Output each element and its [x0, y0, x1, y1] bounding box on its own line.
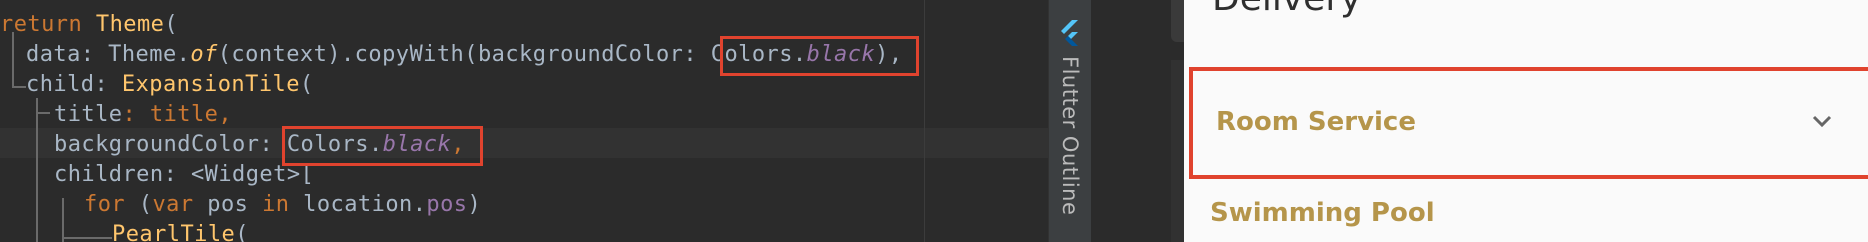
right-margin-guide [924, 0, 925, 242]
code-line: PearlTile( [112, 220, 249, 242]
code-line: for (var pos in location.pos) [84, 190, 481, 220]
code-line: return Theme( [0, 10, 178, 40]
code-token: (context).copyWith(backgroundColor: [217, 42, 711, 67]
flutter-outline-label[interactable]: Flutter Outline [1058, 56, 1082, 215]
expansion-tile-room-service[interactable]: Room Service [1189, 67, 1868, 179]
tree-guide [62, 198, 64, 242]
code-token: return [0, 12, 83, 37]
code-line: children: <Widget>[ [54, 160, 314, 190]
code-token: ( [164, 12, 179, 37]
code-token: ( [235, 222, 249, 242]
code-token: in [262, 192, 290, 217]
code-token: data [26, 42, 81, 67]
code-token: title [54, 102, 123, 127]
tree-guide [36, 98, 38, 242]
code-editor[interactable]: return Theme( data: Theme.of(context).co… [0, 0, 1062, 242]
code-token: children [54, 162, 164, 187]
tree-guide [36, 112, 50, 114]
code-token: Theme [95, 12, 165, 37]
highlight-box-background-color [720, 36, 919, 76]
section-title: Delivery [1212, 0, 1361, 19]
scroll-track [1171, 60, 1184, 242]
chevron-down-icon[interactable] [1810, 111, 1834, 131]
code-token: : [94, 72, 122, 97]
tile-label: Room Service [1216, 107, 1416, 137]
window-gap [1091, 0, 1184, 242]
code-token: : Theme. [80, 42, 191, 67]
tile-label-swimming-pool[interactable]: Swimming Pool [1210, 198, 1435, 228]
code-token: : title, [122, 102, 233, 127]
code-token: var [152, 192, 194, 217]
code-token: for [84, 192, 126, 217]
code-token: ) [467, 192, 482, 217]
tree-guide [62, 237, 112, 239]
tree-guide [12, 86, 26, 88]
code-token: PearlTile [112, 222, 236, 242]
code-token: ( [299, 72, 314, 97]
app-preview: Delivery Room Service Swimming Pool [1184, 0, 1868, 242]
flutter-logo-icon [1061, 20, 1078, 46]
code-token: pos [193, 192, 263, 217]
scroll-tab [1171, 0, 1184, 42]
tree-guide [12, 74, 14, 88]
code-token: of [190, 42, 218, 67]
code-token: backgroundColor [54, 132, 260, 157]
code-token: location. [289, 192, 427, 217]
code-token: ( [125, 192, 153, 217]
code-token: ExpansionTile [121, 72, 300, 97]
code-token: pos [426, 192, 468, 217]
highlight-box-tile-background [282, 126, 483, 166]
flutter-outline-tool-window[interactable]: Flutter Outline [1048, 0, 1092, 242]
code-line: title: title, [54, 100, 232, 130]
code-token: child [26, 72, 95, 97]
code-line: child: ExpansionTile( [26, 70, 314, 100]
